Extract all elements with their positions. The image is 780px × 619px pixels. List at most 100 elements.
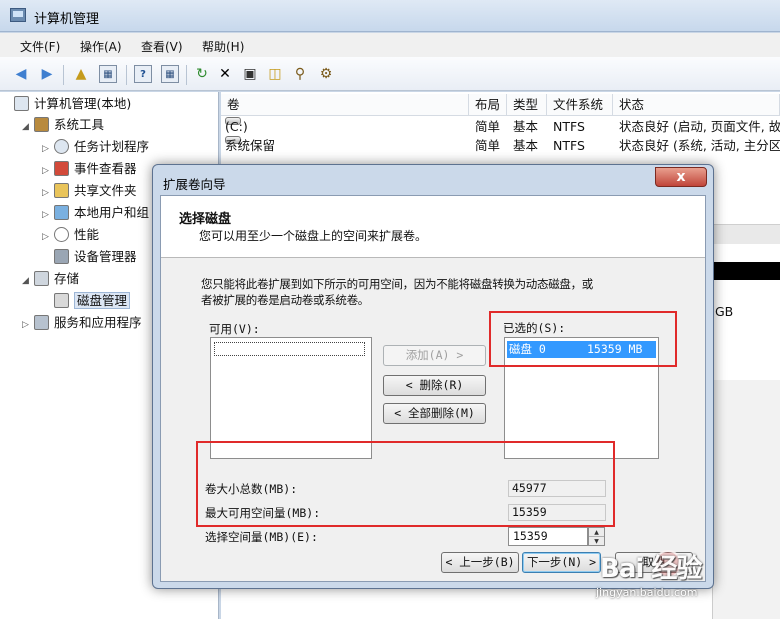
select-space-input[interactable]: 15359: [508, 527, 588, 546]
tree-item-label: 本地用户和组: [74, 205, 150, 220]
close-icon: x: [676, 169, 686, 185]
delete-icon[interactable]: ✕: [216, 65, 234, 83]
tree-item-shared-folders[interactable]: ▷ 共享文件夹: [42, 181, 137, 201]
watermark: Bai 经验 jingyan.baidu.com: [590, 546, 780, 619]
column-header-layout[interactable]: 布局: [469, 94, 507, 116]
shared-folder-icon: [54, 183, 69, 198]
expand-triangle-icon[interactable]: ▷: [42, 227, 54, 247]
new-volume-icon[interactable]: ▣: [241, 65, 259, 83]
users-icon: [54, 205, 69, 220]
spin-down-icon[interactable]: ▼: [589, 537, 604, 546]
up-folder-icon[interactable]: ▲: [72, 65, 90, 83]
collapse-triangle-icon[interactable]: ◢: [22, 117, 34, 137]
close-button[interactable]: x: [655, 167, 707, 187]
focus-rect: [214, 342, 365, 356]
column-header-filesystem[interactable]: 文件系统: [547, 94, 613, 116]
event-log-icon: [54, 161, 69, 176]
open-folder-icon[interactable]: ◫: [266, 65, 284, 83]
unallocated-bar: [712, 262, 780, 280]
select-space-label: 选择空间量(MB)(E):: [205, 530, 318, 544]
tree-item-system-tools[interactable]: ◢ 系统工具: [22, 115, 104, 135]
tree-item-label: 任务计划程序: [74, 139, 150, 154]
description-line: 者被扩展的卷是启动卷或系统卷。: [201, 293, 369, 307]
expand-triangle-icon[interactable]: ▷: [42, 139, 54, 159]
volume-status: 状态良好 (启动, 页面文件, 故: [619, 119, 780, 134]
menu-view[interactable]: 查看(V): [141, 38, 183, 55]
quantity-stepper[interactable]: ▲ ▼: [588, 527, 605, 546]
add-button[interactable]: 添加(A) >: [383, 345, 486, 366]
menu-bar: 文件(F) 操作(A) 查看(V) 帮助(H): [0, 33, 780, 57]
computer-management-icon: [10, 8, 26, 22]
back-button[interactable]: < 上一步(B): [441, 552, 519, 573]
tree-item-services-apps[interactable]: ▷ 服务和应用程序: [22, 313, 142, 333]
volume-filesystem: NTFS: [553, 138, 585, 153]
remove-all-button[interactable]: < 全部删除(M): [383, 403, 486, 424]
disk-size-fragment: GB: [715, 304, 734, 319]
refresh-icon[interactable]: ↻: [193, 65, 211, 83]
expand-triangle-icon[interactable]: ▷: [42, 161, 54, 181]
volume-layout: 简单: [475, 119, 501, 134]
performance-icon: [54, 227, 69, 242]
volume-name: (C:): [225, 119, 248, 134]
spin-up-icon[interactable]: ▲: [589, 528, 604, 537]
watermark-url: jingyan.baidu.com: [596, 586, 698, 599]
show-hide-tree-icon[interactable]: ▦: [99, 65, 117, 83]
forward-arrow-icon[interactable]: ▶: [38, 65, 56, 83]
tree-item-performance[interactable]: ▷ 性能: [42, 225, 99, 245]
window-title: 计算机管理: [34, 12, 100, 27]
tree-item-label: 磁盘管理: [74, 292, 131, 309]
highlight-selected-disk: [489, 311, 677, 367]
volume-type: 基本: [513, 119, 539, 134]
expand-triangle-icon[interactable]: ▷: [42, 205, 54, 225]
tree-item-storage[interactable]: ◢ 存储: [22, 269, 79, 289]
wizard-heading: 选择磁盘: [179, 212, 232, 227]
description-line: 您只能将此卷扩展到如下所示的可用空间，因为不能将磁盘转换为动态磁盘，或: [201, 277, 593, 291]
window-titlebar: 计算机管理: [0, 0, 780, 32]
back-arrow-icon[interactable]: ◀: [12, 65, 30, 83]
disk-icon: [54, 293, 69, 308]
tree-item-local-users[interactable]: ▷ 本地用户和组: [42, 203, 149, 223]
storage-icon: [34, 271, 49, 286]
column-header-status[interactable]: 状态: [613, 94, 780, 116]
search-icon[interactable]: ⚲: [291, 65, 309, 83]
help-icon[interactable]: ?: [134, 65, 152, 83]
wizard-subheading: 您可以用至少一个磁盘上的空间来扩展卷。: [199, 229, 428, 243]
highlight-size-fields: [196, 441, 615, 527]
menu-action[interactable]: 操作(A): [80, 38, 122, 55]
volume-layout: 简单: [475, 138, 501, 153]
expand-triangle-icon[interactable]: ▷: [22, 315, 34, 335]
tree-item-label: 性能: [74, 227, 100, 242]
tree-item-label: 设备管理器: [74, 249, 137, 264]
volume-name: 系统保留: [225, 138, 276, 153]
tree-item-label: 服务和应用程序: [54, 315, 142, 330]
tree-item-event-viewer[interactable]: ▷ 事件查看器: [42, 159, 137, 179]
properties-icon[interactable]: ▦: [161, 65, 179, 83]
tree-item-label: 存储: [54, 271, 80, 286]
disk-settings-icon[interactable]: ⚙: [317, 65, 335, 83]
tree-item-device-manager[interactable]: 设备管理器: [54, 247, 137, 267]
column-header-type[interactable]: 类型: [507, 94, 547, 116]
toolbar: ◀ ▶ ▲ ▦ ? ▦ ↻ ✕ ▣ ◫ ⚲ ⚙: [0, 57, 780, 91]
tree-item-task-scheduler[interactable]: ▷ 任务计划程序: [42, 137, 149, 157]
tree-item-label: 计算机管理(本地): [34, 96, 132, 111]
volume-status: 状态良好 (系统, 活动, 主分区: [619, 138, 780, 153]
device-manager-icon: [54, 249, 69, 264]
volume-type: 基本: [513, 138, 539, 153]
table-row[interactable]: (C:) 简单 基本 NTFS 状态良好 (启动, 页面文件, 故: [221, 117, 780, 137]
tree-item-label: 事件查看器: [74, 161, 137, 176]
menu-file[interactable]: 文件(F): [20, 38, 60, 55]
table-row[interactable]: 系统保留 简单 基本 NTFS 状态良好 (系统, 活动, 主分区: [221, 136, 780, 156]
remove-button[interactable]: < 删除(R): [383, 375, 486, 396]
expand-triangle-icon[interactable]: ▷: [42, 183, 54, 203]
column-header-volume[interactable]: 卷: [221, 94, 469, 116]
wizard-header: 选择磁盘 您可以用至少一个磁盘上的空间来扩展卷。: [161, 196, 705, 258]
dialog-title: 扩展卷向导: [163, 177, 226, 192]
menu-help[interactable]: 帮助(H): [202, 38, 244, 55]
tree-item-root[interactable]: 计算机管理(本地): [14, 94, 131, 114]
tree-item-label: 共享文件夹: [74, 183, 137, 198]
tree-item-label: 系统工具: [54, 117, 105, 132]
volume-filesystem: NTFS: [553, 119, 585, 134]
tree-item-disk-management[interactable]: 磁盘管理: [54, 291, 131, 311]
watermark-logo: Bai 经验: [600, 554, 702, 584]
collapse-triangle-icon[interactable]: ◢: [22, 271, 34, 291]
